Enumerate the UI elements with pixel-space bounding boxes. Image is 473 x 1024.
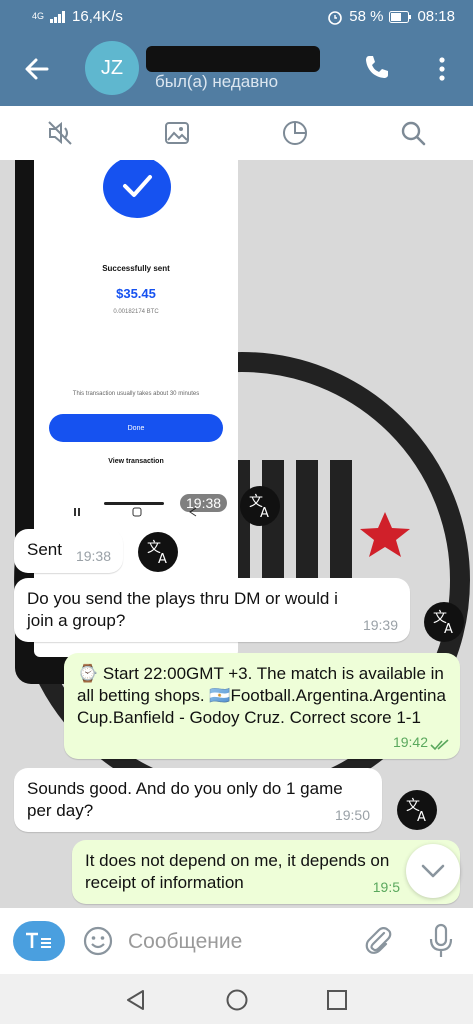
chat-history[interactable]: Successfully sent $35.45 0.00182174 BTC … (0, 160, 473, 908)
chat-toolbar (0, 106, 473, 161)
message-outgoing[interactable]: It does not depend on me, it depends on … (72, 840, 460, 904)
transaction-note: This transaction usually takes about 30 … (72, 391, 200, 397)
view-transaction-link: View transaction (108, 458, 164, 465)
signal-bars-icon (50, 10, 66, 23)
alarm-icon (328, 10, 343, 25)
network-speed: 16,4K/s (72, 8, 123, 25)
emoji-icon[interactable] (82, 925, 114, 957)
svg-text:A: A (417, 810, 426, 825)
message-time: 19:38 (180, 494, 228, 512)
message-text: It does not depend on me, it depends on … (85, 851, 390, 892)
svg-text:A: A (260, 506, 269, 521)
amount: $35.45 (116, 286, 156, 301)
text-format-icon (26, 932, 51, 948)
battery-level: 58 % (349, 8, 384, 25)
message-input-bar: Сообщение (0, 908, 473, 974)
translate-icon[interactable]: 文A (397, 790, 437, 830)
contact-name-redacted[interactable] (146, 46, 320, 72)
system-navigation-bar (0, 974, 473, 1024)
message-incoming[interactable]: Sent 19:38 (14, 529, 123, 573)
message-time: 19:50 (334, 807, 370, 823)
avatar[interactable]: JZ (85, 41, 139, 95)
message-time: 19:42 (392, 734, 428, 750)
message-input[interactable]: Сообщение (128, 930, 242, 954)
status-bar: 4G 16,4K/s 58 % 08:18 (0, 0, 473, 32)
success-title: Successfully sent (102, 264, 170, 273)
chevron-down-icon (421, 864, 445, 878)
home-circle-icon[interactable] (225, 988, 249, 1012)
translate-icon[interactable]: 文A (138, 532, 178, 572)
message-text: Sounds good. And do you only do 1 game p… (27, 779, 343, 820)
message-text: ⌚ Start 22:00GMT +3. The match is availa… (77, 664, 446, 727)
signal-icon: 4G (32, 11, 45, 21)
translate-icon[interactable]: 文A (424, 602, 464, 642)
back-arrow-icon[interactable] (22, 54, 52, 84)
more-options-icon[interactable] (430, 54, 454, 84)
message-incoming[interactable]: Sounds good. And do you only do 1 game p… (14, 768, 382, 832)
media-icon[interactable] (162, 118, 192, 148)
message-incoming[interactable]: Do you send the plays thru DM or would i… (14, 578, 410, 642)
read-checks-icon (430, 739, 449, 751)
battery-icon (389, 10, 412, 23)
microphone-icon[interactable] (428, 923, 454, 959)
last-seen-status: был(а) недавно (155, 72, 279, 91)
chat-header: JZ был(а) недавно (0, 32, 473, 106)
svg-text:A: A (444, 622, 453, 637)
message-time: 19:5 (372, 879, 400, 895)
message-outgoing[interactable]: ⌚ Start 22:00GMT +3. The match is availa… (64, 653, 460, 759)
search-icon[interactable] (398, 118, 428, 148)
mute-icon[interactable] (45, 118, 75, 148)
message-time: 19:38 (75, 548, 111, 564)
btc-amount: 0.00182174 BTC (113, 309, 159, 315)
back-triangle-icon[interactable] (124, 988, 148, 1012)
done-button: Done (49, 414, 223, 442)
phone-call-icon[interactable] (362, 52, 392, 82)
message-text: Do you send the plays thru DM or would i… (27, 589, 338, 630)
svg-text:A: A (158, 552, 167, 567)
message-time: 19:39 (362, 617, 398, 633)
checkmark-icon (103, 160, 171, 218)
scroll-down-button[interactable] (406, 844, 460, 898)
pie-chart-icon[interactable] (280, 118, 310, 148)
text-format-button[interactable] (13, 921, 65, 961)
translate-icon[interactable]: 文A (240, 486, 280, 526)
clock: 08:18 (417, 8, 455, 25)
attach-icon[interactable] (362, 925, 392, 957)
recents-square-icon[interactable] (325, 988, 349, 1012)
